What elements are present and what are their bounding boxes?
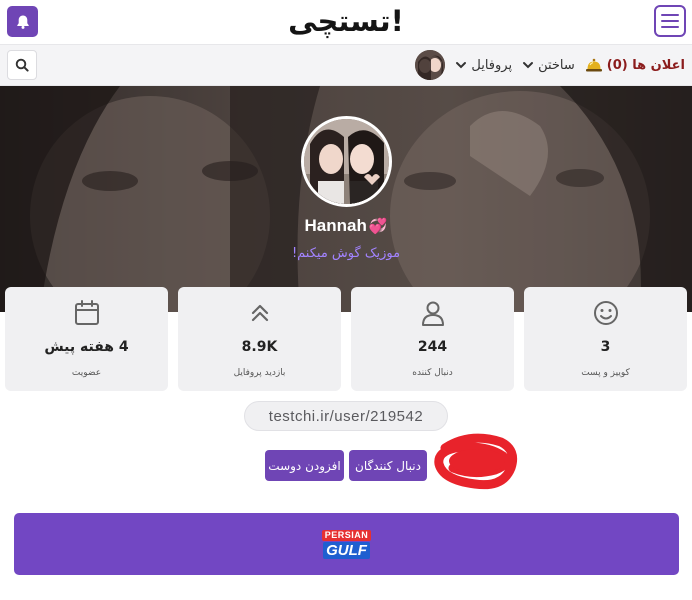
stat-value-followers: 244 [417,339,448,355]
nav-bar: پروفایل ساختن اعلان ها (0) [0,44,692,86]
double-chevron-up-icon [251,304,268,322]
stat-card-followers: 244 دنبال کننده [351,287,514,391]
stat-value-profile-views: 8.9K [241,339,278,355]
stat-card-profile-views: 8.9K بازدید پروفایل [178,287,341,391]
stat-card-quizzes: 3 کوییز و پست [524,287,687,391]
nav-item-profile[interactable]: پروفایل [455,58,512,73]
promo-banner[interactable]: PERSIAN GULF [14,513,679,575]
stat-label-quizzes: کوییز و پست [581,368,630,378]
user-icon [421,301,444,326]
profile-name-text: Hannah [304,216,367,235]
nav-menu: پروفایل ساختن اعلان ها (0) [415,45,685,85]
user-avatar[interactable] [415,50,446,80]
nav-item-create-label: ساختن [538,57,575,73]
search-icon [15,58,29,72]
chevron-down-icon [456,62,467,69]
stat-value-membership: 4 هفته پیش [44,339,129,355]
calendar-icon [74,300,99,325]
search-button[interactable] [7,50,37,80]
hamburger-icon [661,14,679,16]
stat-label-membership: عضویت [71,368,102,378]
profile-name: Hannah 💞 [246,216,446,236]
nav-item-create[interactable]: ساختن [522,58,575,73]
persian-gulf-logo: PERSIAN GULF [321,529,372,559]
stat-label-followers: دنبال کننده [412,368,453,378]
profile-image [304,119,389,204]
hamburger-icon-line [661,26,679,28]
nav-item-announcements-label: اعلان ها (0) [606,57,685,73]
bell-icon [16,15,29,29]
banner-line-2: GULF [323,541,370,559]
followers-button[interactable]: دنبال کنندگان [349,450,427,481]
add-friend-button[interactable]: افزودن دوست [265,450,344,481]
stat-card-membership: 4 هفته پیش عضویت [5,287,168,391]
stat-label-profile-views: بازدید پروفایل [233,368,286,378]
site-logo[interactable]: تستچی! [288,2,405,40]
red-scribble-annotation [434,433,518,490]
stat-value-quizzes: 3 [600,339,611,355]
notifications-button[interactable] [7,6,38,37]
nav-item-announcements[interactable]: اعلان ها (0) [585,57,685,73]
chevron-down-icon [523,62,534,69]
profile-picture[interactable] [301,116,392,207]
avatar-image [415,50,446,80]
smile-icon [593,301,618,325]
hamburger-icon-line [661,20,679,22]
top-bar: تستچی! [0,0,692,44]
service-bell-icon [585,58,602,72]
profile-url[interactable]: testchi.ir/user/219542 [244,401,448,431]
logo-text: تستچی! [288,3,405,38]
banner-line-1: PERSIAN [321,529,372,541]
nav-item-profile-label: پروفایل [471,57,513,73]
hamburger-menu-button[interactable] [654,5,686,37]
heart-emoji: 💞 [368,218,388,235]
profile-bio: موزیک گوش میکنم! [291,246,401,261]
